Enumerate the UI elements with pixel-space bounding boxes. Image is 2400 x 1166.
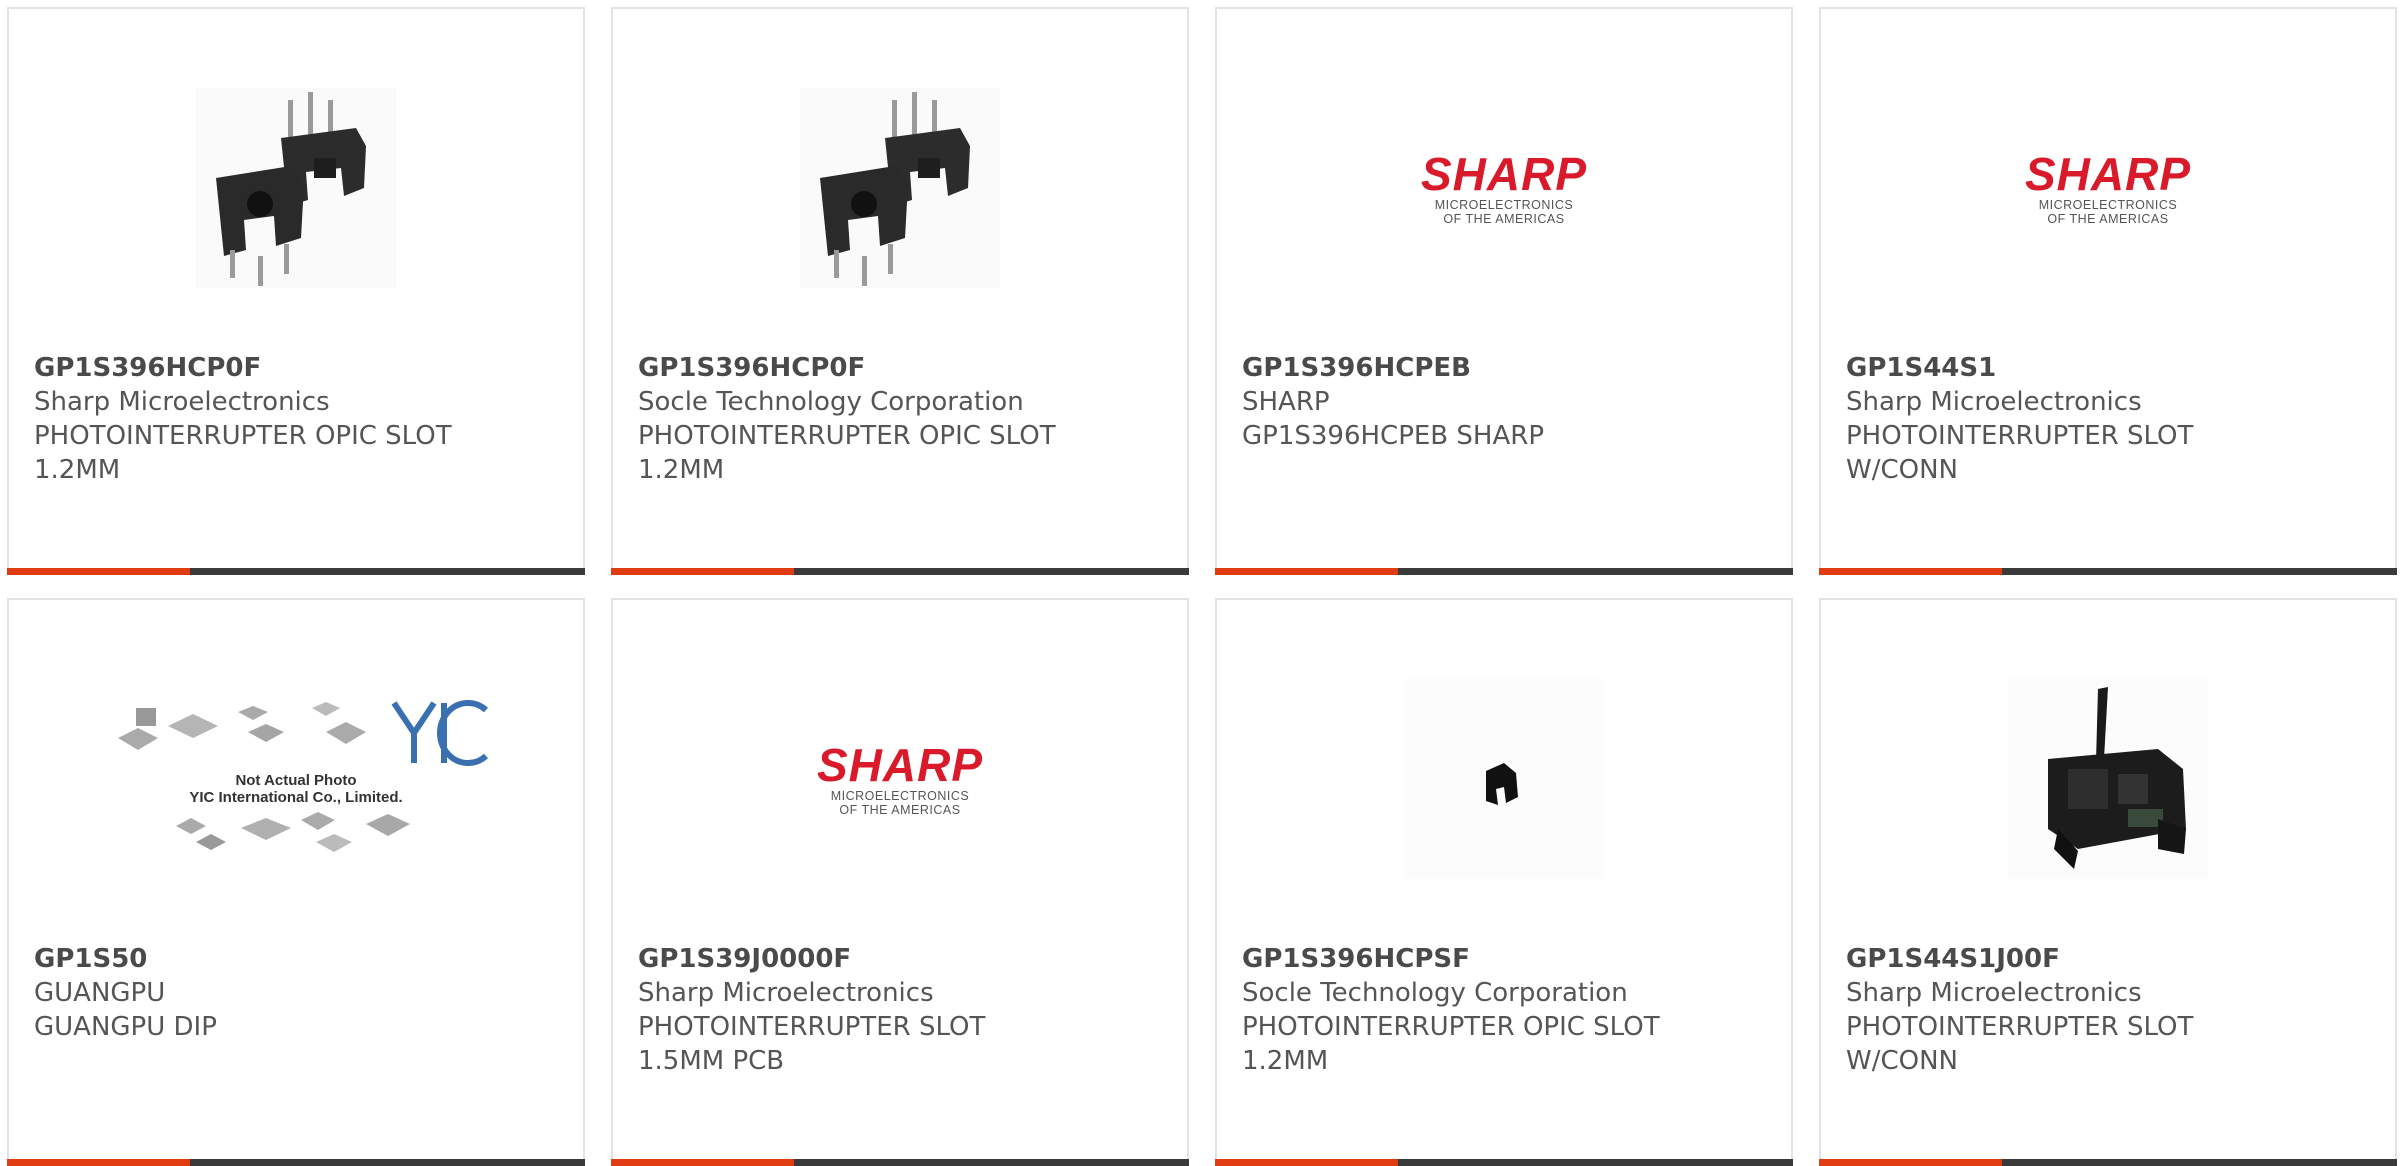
sharp-logo: SHARP MICROELECTRONICS OF THE AMERICAS bbox=[1420, 148, 1588, 226]
part-number-link[interactable]: GP1S396HCPEB bbox=[1242, 351, 1771, 385]
product-grid: GP1S396HCP0F Sharp Microelectronics PHOT… bbox=[0, 0, 2400, 1166]
product-description-cont: 1.2MM bbox=[638, 455, 725, 485]
sharp-logo: SHARP MICROELECTRONICS OF THE AMERICAS bbox=[816, 739, 984, 817]
product-image[interactable]: SHARP MICROELECTRONICS OF THE AMERICAS bbox=[1217, 77, 1791, 299]
card-footer-bar bbox=[7, 1159, 585, 1166]
part-number-link[interactable]: GP1S50 bbox=[34, 942, 563, 976]
product-description: PHOTOINTERRUPTER SLOT bbox=[1846, 1012, 2194, 1042]
product-description: PHOTOINTERRUPTER OPIC SLOT bbox=[638, 421, 1056, 451]
photointerrupter-pair-photo bbox=[196, 88, 396, 288]
manufacturer-name: Sharp Microelectronics bbox=[34, 387, 330, 417]
card-footer-bar bbox=[1819, 568, 2397, 575]
small-component-photo bbox=[1404, 679, 1604, 879]
manufacturer-name: Sharp Microelectronics bbox=[1846, 978, 2142, 1008]
manufacturer-name: Sharp Microelectronics bbox=[1846, 387, 2142, 417]
product-description-cont: 1.2MM bbox=[34, 455, 121, 485]
product-description-cont: W/CONN bbox=[1846, 455, 1958, 485]
product-description: PHOTOINTERRUPTER OPIC SLOT bbox=[34, 421, 452, 451]
product-image[interactable] bbox=[1821, 668, 2395, 890]
product-description: GUANGPU DIP bbox=[34, 1012, 217, 1042]
product-description-cont: W/CONN bbox=[1846, 1046, 1958, 1076]
part-number-link[interactable]: GP1S44S1J00F bbox=[1846, 942, 2375, 976]
card-footer-bar bbox=[1819, 1159, 2397, 1166]
manufacturer-name: GUANGPU bbox=[34, 978, 166, 1008]
product-card[interactable]: SHARP MICROELECTRONICS OF THE AMERICAS G… bbox=[1215, 7, 1793, 575]
product-description: PHOTOINTERRUPTER OPIC SLOT bbox=[1242, 1012, 1660, 1042]
product-image[interactable] bbox=[1217, 668, 1791, 890]
product-image[interactable]: SHARP MICROELECTRONICS OF THE AMERICAS bbox=[1821, 77, 2395, 299]
chip-packages-icon bbox=[176, 812, 410, 852]
card-footer-bar bbox=[611, 568, 1189, 575]
product-card[interactable]: GP1S396HCPSF Socle Technology Corporatio… bbox=[1215, 598, 1793, 1166]
sharp-logo: SHARP MICROELECTRONICS OF THE AMERICAS bbox=[2024, 148, 2192, 226]
yic-placeholder: Not Actual Photo YIC International Co., … bbox=[98, 698, 493, 860]
manufacturer-name: Socle Technology Corporation bbox=[638, 387, 1024, 417]
card-footer-bar bbox=[611, 1159, 1189, 1166]
product-card[interactable]: GP1S396HCP0F Sharp Microelectronics PHOT… bbox=[7, 7, 585, 575]
product-image[interactable]: Not Actual Photo YIC International Co., … bbox=[9, 668, 583, 890]
card-footer-bar bbox=[1215, 568, 1793, 575]
part-number-link[interactable]: GP1S396HCP0F bbox=[638, 351, 1167, 385]
product-card[interactable]: GP1S44S1J00F Sharp Microelectronics PHOT… bbox=[1819, 598, 2397, 1166]
manufacturer-name: Socle Technology Corporation bbox=[1242, 978, 1628, 1008]
part-number-link[interactable]: GP1S39J0000F bbox=[638, 942, 1167, 976]
product-image[interactable] bbox=[613, 77, 1187, 299]
product-description-cont: 1.5MM PCB bbox=[638, 1046, 785, 1076]
card-footer-bar bbox=[7, 568, 585, 575]
connector-component-photo bbox=[2008, 679, 2208, 879]
product-description: GP1S396HCPEB SHARP bbox=[1242, 421, 1544, 451]
yic-logo-icon bbox=[391, 700, 488, 766]
product-card[interactable]: Not Actual Photo YIC International Co., … bbox=[7, 598, 585, 1166]
part-number-link[interactable]: GP1S396HCP0F bbox=[34, 351, 563, 385]
product-description: PHOTOINTERRUPTER SLOT bbox=[1846, 421, 2194, 451]
chip-packages-icon bbox=[118, 702, 367, 750]
product-card[interactable]: GP1S396HCP0F Socle Technology Corporatio… bbox=[611, 7, 1189, 575]
product-card[interactable]: SHARP MICROELECTRONICS OF THE AMERICAS G… bbox=[1819, 7, 2397, 575]
photointerrupter-pair-photo bbox=[800, 88, 1000, 288]
product-image[interactable]: SHARP MICROELECTRONICS OF THE AMERICAS bbox=[613, 668, 1187, 890]
manufacturer-name: Sharp Microelectronics bbox=[638, 978, 934, 1008]
product-description: PHOTOINTERRUPTER SLOT bbox=[638, 1012, 986, 1042]
part-number-link[interactable]: GP1S396HCPSF bbox=[1242, 942, 1771, 976]
product-description-cont: 1.2MM bbox=[1242, 1046, 1329, 1076]
product-image[interactable] bbox=[9, 77, 583, 299]
product-card[interactable]: SHARP MICROELECTRONICS OF THE AMERICAS G… bbox=[611, 598, 1189, 1166]
part-number-link[interactable]: GP1S44S1 bbox=[1846, 351, 2375, 385]
card-footer-bar bbox=[1215, 1159, 1793, 1166]
manufacturer-name: SHARP bbox=[1242, 387, 1330, 417]
